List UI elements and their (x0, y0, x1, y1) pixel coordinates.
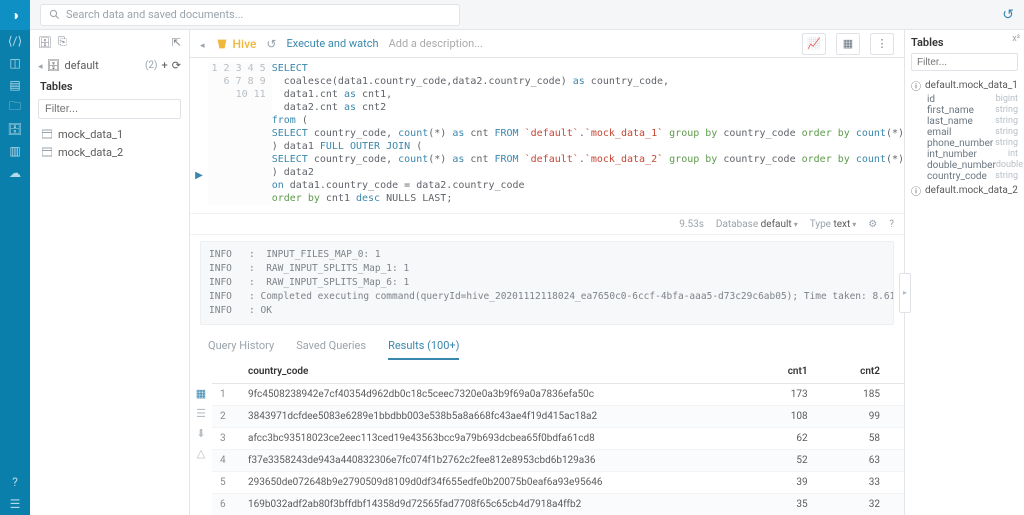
left-assist: 🗄 ⎘ ⇱ 🗄 default (2) + ⟳ Tables mock_data… (30, 30, 190, 515)
column-item[interactable]: emailstring (911, 127, 1018, 138)
search-placeholder: Search data and saved documents... (66, 8, 243, 21)
help-icon[interactable]: ? (0, 471, 30, 493)
db-stack-icon: 🗄 (47, 59, 61, 72)
table-row[interactable]: 3afcc3bc93518023ce2eec113ced19e43563bcc9… (212, 428, 904, 450)
search-icon (49, 9, 60, 20)
col-header[interactable] (212, 360, 240, 384)
tables-heading: Tables (30, 76, 189, 95)
info-icon: ⓘ (911, 183, 921, 198)
column-item[interactable]: idbigint (911, 94, 1018, 105)
table-item[interactable]: mock_data_1 (30, 125, 189, 143)
dashboard-icon[interactable]: ◫ (0, 52, 30, 74)
table-row[interactable]: 23843971dcfdee5083e6289e1bbdbb003e538b5a… (212, 406, 904, 428)
user-icon[interactable]: ☰ (0, 493, 30, 515)
column-item[interactable]: country_codestring (911, 171, 1018, 182)
search-input[interactable]: Search data and saved documents... (40, 4, 460, 26)
table-row[interactable]: 6169b032adf2ab80f3bffdbf14358d9d72565fad… (212, 494, 904, 515)
tables-icon[interactable]: ▥ (0, 140, 30, 162)
result-tabs: Query History Saved Queries Results (100… (190, 331, 904, 360)
files-icon[interactable]: 🗀 (0, 96, 30, 118)
tab-history[interactable]: Query History (208, 339, 274, 360)
copy-icon[interactable]: ⎘ (58, 35, 67, 49)
grid-view-icon[interactable]: ▦ (194, 386, 208, 400)
editor-icon[interactable]: ⟨/⟩ (0, 30, 30, 52)
external-icon[interactable]: ⇱ (172, 36, 181, 49)
topbar: Search data and saved documents... ↺ (30, 0, 1024, 30)
right-table-2[interactable]: ⓘdefault.mock_data_2 (911, 182, 1018, 199)
db-selector[interactable]: default (761, 219, 792, 230)
download-icon[interactable]: ⬇ (194, 426, 208, 440)
hive-icon (215, 37, 229, 51)
right-title: Tables (911, 36, 1018, 49)
results-table[interactable]: country_codecnt1cnt219fc4508238942e7cf40… (212, 360, 904, 515)
tab-results[interactable]: Results (100+) (388, 339, 459, 360)
help2-icon[interactable]: ? (889, 219, 894, 230)
hue-logo-icon[interactable]: ◑ (0, 0, 30, 30)
col-header[interactable]: cnt2 (832, 360, 904, 384)
right-assist: x² Tables ⓘdefault.mock_data_1 idbigintf… (904, 30, 1024, 515)
column-item[interactable]: first_namestring (911, 105, 1018, 116)
history-icon[interactable]: ↺ (266, 37, 276, 51)
hive-title: Hive (215, 37, 257, 51)
db-icon: 🗄 (38, 36, 52, 49)
table-row[interactable]: 4f37e3358243de943a440832306e7fc074f1b276… (212, 450, 904, 472)
chart-icon[interactable]: 📈 (802, 33, 826, 55)
jobs-icon[interactable]: ▤ (0, 74, 30, 96)
import-icon[interactable]: ☁ (0, 162, 30, 184)
column-item[interactable]: double_numberdouble (911, 160, 1018, 171)
execute-button[interactable]: Execute and watch (286, 37, 378, 50)
table-row[interactable]: 19fc4508238942e7cf40354d962db0c18c5ceec7… (212, 384, 904, 406)
right-table-1[interactable]: ⓘdefault.mock_data_1 (911, 77, 1018, 94)
tab-saved[interactable]: Saved Queries (296, 339, 366, 360)
add-description[interactable]: Add a description... (389, 37, 483, 50)
functions-badge[interactable]: x² (1012, 34, 1020, 44)
grid-icon[interactable]: ▦ (836, 33, 860, 55)
columns-icon[interactable]: ☰ (194, 406, 208, 420)
type-selector[interactable]: text (833, 219, 850, 230)
sql-editor[interactable]: 1 2 3 4 5 6 7 8 9 10 11 SELECT coalesce(… (208, 58, 904, 213)
column-item[interactable]: phone_numberstring (911, 138, 1018, 149)
db-name[interactable]: default (65, 59, 99, 72)
back-icon[interactable] (38, 59, 43, 72)
column-item[interactable]: last_namestring (911, 116, 1018, 127)
collapse-right-icon[interactable]: ▸ (899, 273, 911, 313)
run-icon[interactable]: ▶ (195, 170, 203, 181)
tables-filter[interactable] (38, 99, 181, 119)
add-icon[interactable]: + (162, 59, 168, 72)
column-item[interactable]: int_numberint (911, 149, 1018, 160)
log-output: INFO : INPUT_FILES_MAP_0: 1 INFO : RAW_I… (200, 241, 894, 325)
refresh-icon[interactable]: ⟳ (172, 59, 181, 72)
settings-icon[interactable]: ⚙ (868, 219, 877, 230)
more-icon[interactable]: ⋮ (870, 33, 894, 55)
restore-icon[interactable]: ↺ (1002, 7, 1014, 23)
table-count: (2) (145, 60, 158, 71)
collapse-left-icon[interactable] (200, 37, 205, 51)
table-item[interactable]: mock_data_2 (30, 143, 189, 161)
warn-icon[interactable]: △ (194, 446, 208, 460)
result-rail: ▦ ☰ ⬇ △ (190, 360, 212, 515)
right-filter[interactable] (911, 53, 1018, 71)
col-header[interactable]: country_code (240, 360, 759, 384)
status-row: 9.53s Database default▾ Type text▾ ⚙ ? (190, 213, 904, 235)
editor-bar: Hive ↺ Execute and watch Add a descripti… (190, 30, 904, 58)
left-rail: ◑ ⟨/⟩ ◫ ▤ 🗀 🗄 ▥ ☁ ? ☰ (0, 0, 30, 515)
nav-icon[interactable]: 🗄 (0, 118, 30, 140)
table-row[interactable]: 5293650de072648b9e2790509d8109d0df34f655… (212, 472, 904, 494)
col-header[interactable]: cnt1 (759, 360, 831, 384)
info-icon: ⓘ (911, 78, 921, 93)
elapsed: 9.53s (679, 219, 704, 230)
